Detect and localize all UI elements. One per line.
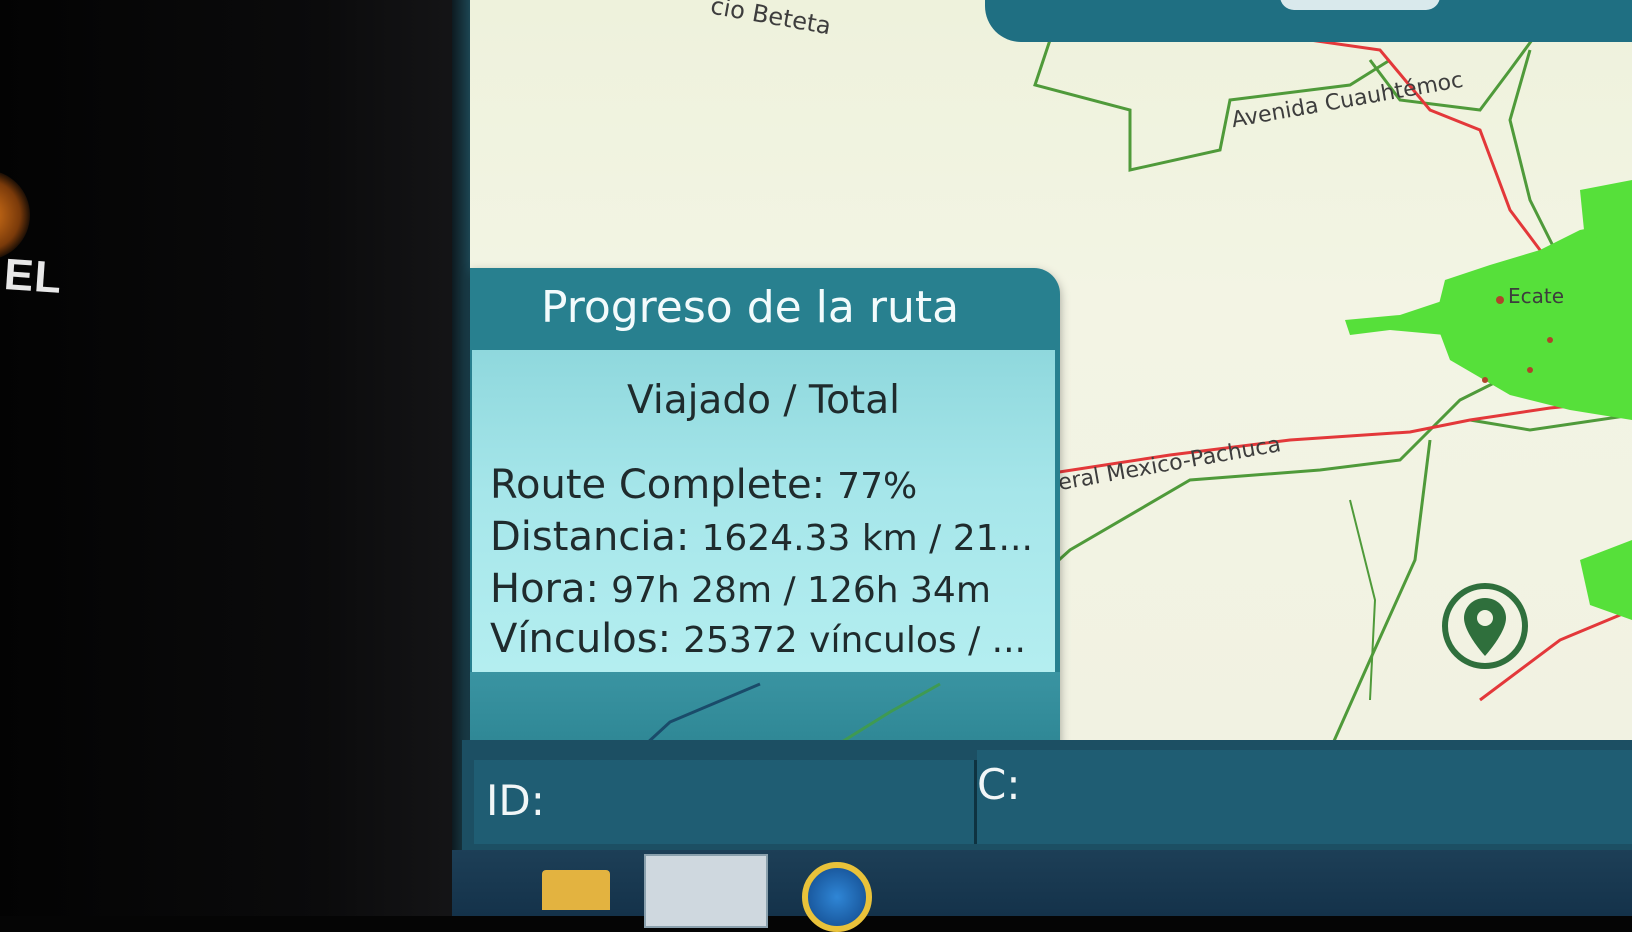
taskbar <box>452 850 1632 932</box>
time-line: Hora: 97h 28m / 126h 34m <box>490 566 991 612</box>
links-line: Vínculos: 25372 vínculos / ... <box>490 616 1026 662</box>
stat-label: Hora: <box>490 566 599 612</box>
stat-label: Route Complete: <box>490 462 826 508</box>
distance-line: Distancia: 1624.33 km / 21... <box>490 514 1033 560</box>
status-bar: ID: C: <box>462 740 1632 850</box>
panel-body: Viajado / Total Route Complete: 77% Dist… <box>472 350 1055 672</box>
stat-value: 25372 vínculos / ... <box>683 620 1026 661</box>
browser-icon[interactable] <box>802 862 872 932</box>
id-label: ID: <box>486 776 545 825</box>
monitor-bezel <box>0 0 462 916</box>
stat-label: Vínculos: <box>490 616 672 662</box>
monitor-brand-logo: EL <box>2 250 64 303</box>
stat-label: Distancia: <box>490 514 690 560</box>
top-toolbar-button[interactable] <box>1280 0 1440 10</box>
id-field[interactable]: ID: <box>474 760 977 844</box>
stat-value: 97h 28m / 126h 34m <box>611 570 991 611</box>
window-icon[interactable] <box>644 854 768 928</box>
stat-value: 77% <box>837 466 918 507</box>
c-field[interactable]: C: <box>977 750 1632 844</box>
route-complete-line: Route Complete: 77% <box>490 462 917 508</box>
folder-icon[interactable] <box>542 870 610 910</box>
location-pin-icon[interactable] <box>1440 578 1530 678</box>
panel-subtitle: Viajado / Total <box>627 378 900 423</box>
map-label-town: Ecate <box>1508 284 1565 308</box>
c-label: C: <box>977 760 1021 809</box>
route-progress-panel: Progreso de la ruta Viajado / Total Rout… <box>470 268 1060 768</box>
stat-value: 1624.33 km / 21... <box>701 518 1033 559</box>
panel-title: Progreso de la ruta <box>540 282 960 333</box>
